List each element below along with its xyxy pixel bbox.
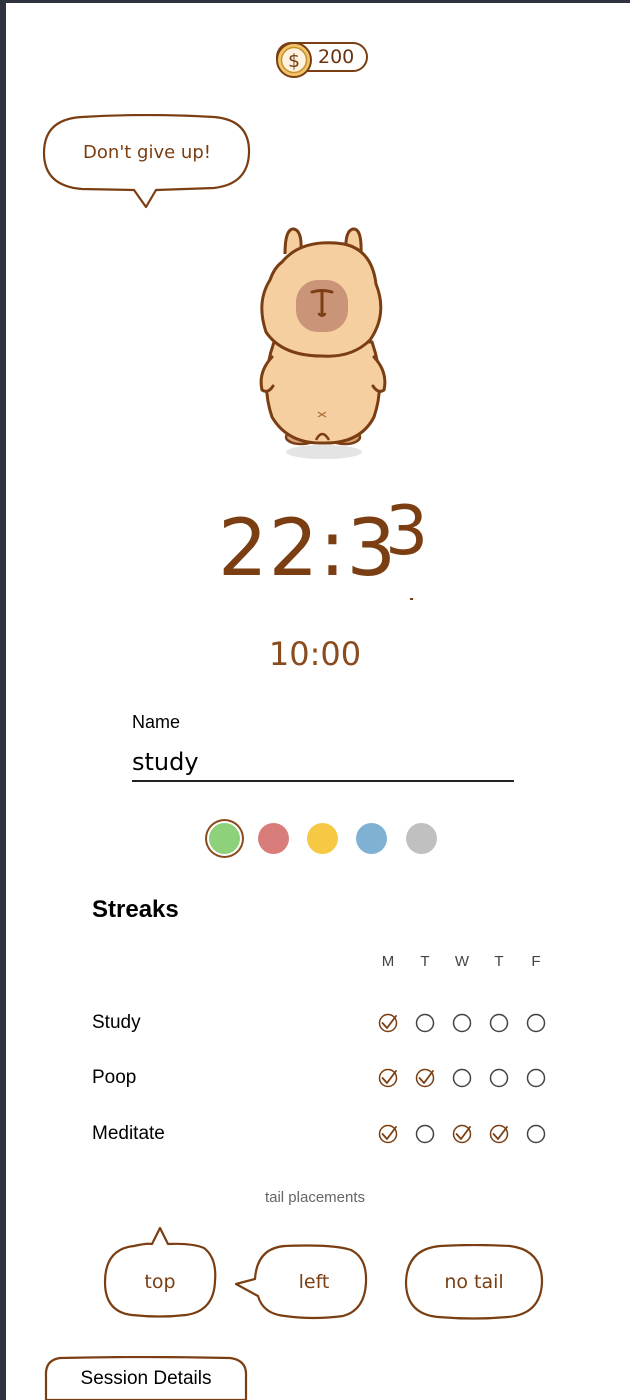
name-label: Name: [132, 712, 181, 732]
checkmark-icon: [381, 1126, 397, 1140]
window-top-edge: [0, 0, 630, 3]
day-header-friday: F: [531, 953, 541, 970]
streak-checkbox-study-tuesday[interactable]: [414, 1012, 436, 1034]
streak-checkbox-poop-thursday[interactable]: [488, 1067, 510, 1089]
habit-label-study: Study: [92, 1012, 141, 1033]
tail-option-no-tail-label: no tail: [444, 1271, 504, 1293]
habit-label-poop: Poop: [92, 1067, 137, 1088]
streak-checkbox-study-friday[interactable]: [525, 1012, 547, 1034]
session-details-button[interactable]: Session Details: [44, 1356, 248, 1400]
capybara-mascot: [259, 227, 387, 459]
streak-checkbox-poop-wednesday[interactable]: [451, 1067, 473, 1089]
coin-count: 200: [318, 46, 355, 68]
speech-bubble: Don't give up!: [42, 114, 252, 210]
elapsed-time-rolling-digit: 3: [385, 492, 429, 571]
tail-option-top-label: top: [144, 1271, 176, 1293]
checkmark-icon: [381, 1070, 397, 1084]
day-header-tuesday: T: [420, 953, 430, 970]
name-input[interactable]: [132, 744, 514, 782]
target-time: 10:00: [268, 635, 362, 673]
streak-checkbox-poop-tuesday[interactable]: [414, 1067, 436, 1089]
checkmark-icon: [381, 1015, 397, 1029]
checkmark-icon: [492, 1126, 508, 1140]
session-details-label: Session Details: [80, 1368, 212, 1389]
tail-option-left-label: left: [298, 1271, 330, 1293]
day-header-wednesday: W: [454, 953, 470, 970]
streak-checkbox-study-wednesday[interactable]: [451, 1012, 473, 1034]
day-header-monday: M: [381, 953, 395, 970]
streak-checkbox-study-monday[interactable]: [377, 1012, 399, 1034]
tail-option-left-button[interactable]: left: [233, 1244, 369, 1320]
streak-checkbox-poop-monday[interactable]: [377, 1067, 399, 1089]
tail-placements-caption: tail placements: [264, 1189, 366, 1206]
streak-checkbox-meditate-monday[interactable]: [377, 1123, 399, 1145]
streak-checkbox-meditate-tuesday[interactable]: [414, 1123, 436, 1145]
coin-symbol: $: [288, 50, 300, 72]
tail-option-no-tail-button[interactable]: no tail: [404, 1244, 544, 1320]
color-swatch-gray[interactable]: [406, 823, 437, 854]
dollar-coin-icon: $: [276, 42, 312, 78]
elapsed-time: 22:3: [218, 504, 398, 594]
speech-bubble-text: Don't give up!: [83, 142, 211, 163]
streak-checkbox-study-thursday[interactable]: [488, 1012, 510, 1034]
habit-label-meditate: Meditate: [92, 1123, 165, 1144]
streak-checkbox-meditate-friday[interactable]: [525, 1123, 547, 1145]
color-swatch-green[interactable]: [209, 823, 240, 854]
streaks-title: Streaks: [92, 896, 179, 923]
streak-checkbox-poop-friday[interactable]: [525, 1067, 547, 1089]
checkmark-icon: [418, 1070, 434, 1084]
color-swatch-red[interactable]: [258, 823, 289, 854]
streak-checkbox-meditate-thursday[interactable]: [488, 1123, 510, 1145]
streak-checkbox-meditate-wednesday[interactable]: [451, 1123, 473, 1145]
color-swatch-yellow[interactable]: [307, 823, 338, 854]
color-swatch-blue[interactable]: [356, 823, 387, 854]
tail-option-top-button[interactable]: top: [102, 1224, 218, 1320]
timer-dot: [410, 598, 413, 600]
day-header-thursday: T: [494, 953, 504, 970]
checkmark-icon: [455, 1126, 471, 1140]
